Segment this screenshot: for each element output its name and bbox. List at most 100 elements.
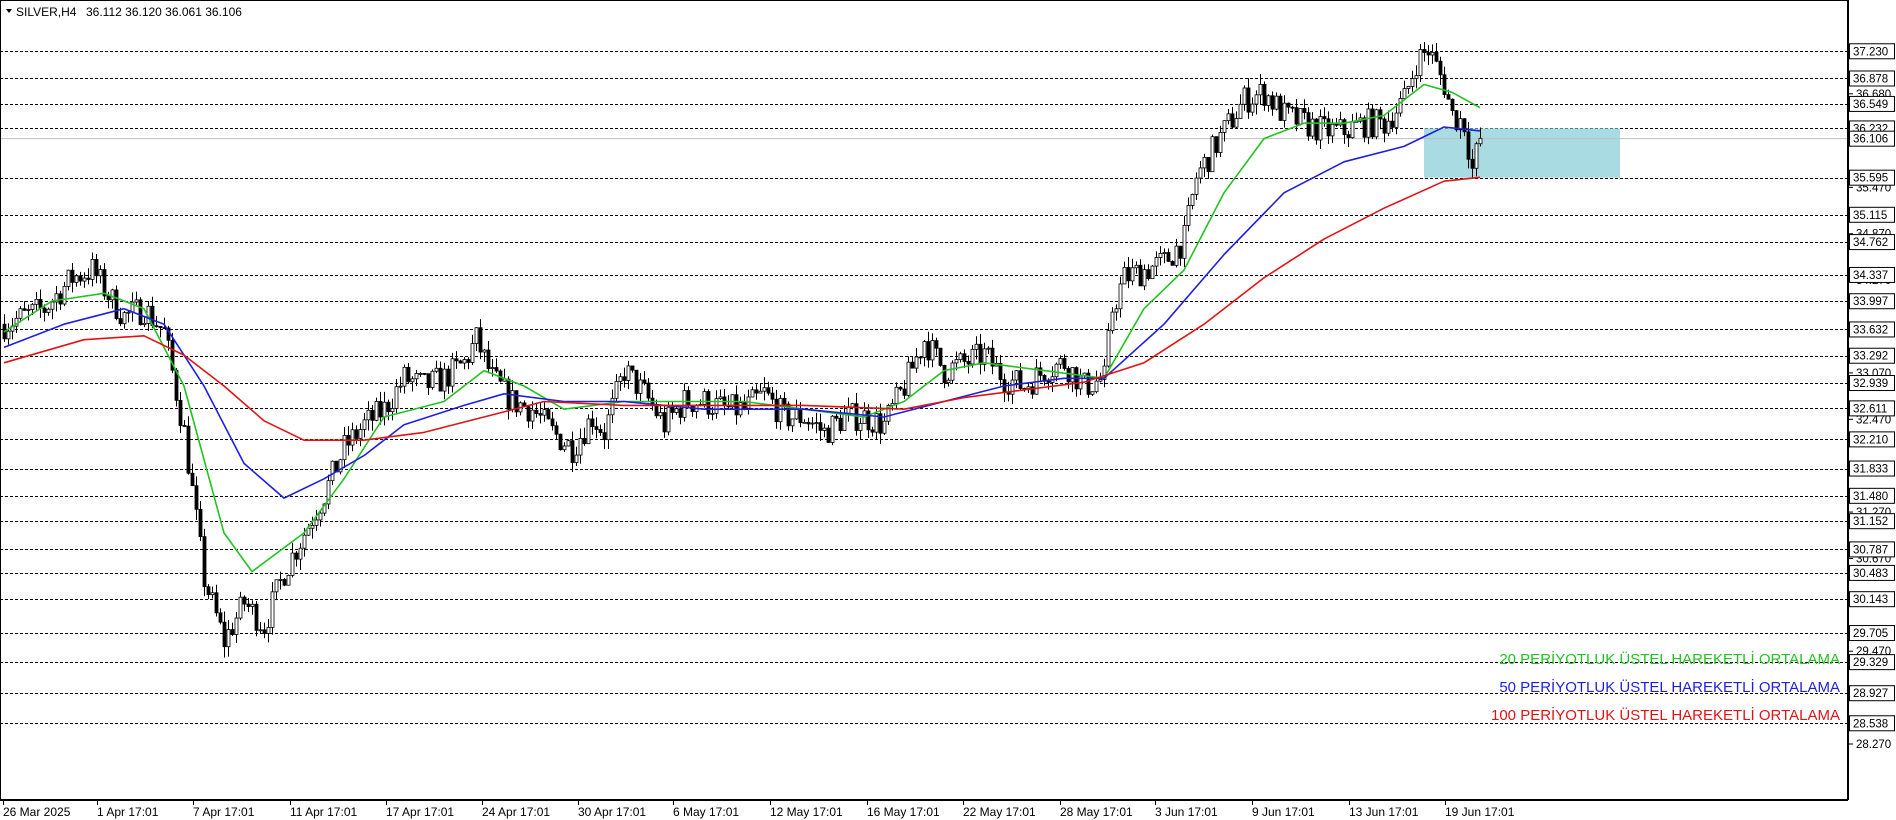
time-tick-label: 16 May 17:01 [867, 805, 940, 819]
level-price-tag: 32.210 [1849, 431, 1895, 448]
time-tick-label: 13 Jun 17:01 [1349, 805, 1419, 819]
time-tick-label: 9 Jun 17:01 [1252, 805, 1315, 819]
time-tick-label: 7 Apr 17:01 [193, 805, 255, 819]
svg-text:33.292: 33.292 [1853, 351, 1888, 363]
level-price-tag: 32.611 [1849, 400, 1895, 417]
candle [138, 297, 143, 326]
svg-text:37.230: 37.230 [1853, 46, 1888, 58]
candle [1150, 265, 1155, 280]
candle [1374, 108, 1379, 140]
ohlc-values: 36.112 36.120 36.061 36.106 [86, 5, 242, 19]
time-axis[interactable]: 26 Mar 2025 1 Apr 17:01 7 Apr 17:01 11 Apr … [0, 800, 1848, 819]
svg-text:33.632: 33.632 [1853, 324, 1888, 336]
support-zone[interactable] [1424, 128, 1620, 178]
time-tick-label: 26 Mar 2025 [3, 805, 71, 819]
candle [1370, 104, 1375, 140]
svg-text:32.210: 32.210 [1853, 434, 1888, 446]
level-price-tag: 30.143 [1849, 591, 1895, 608]
price-tick-label: 28.270 [1856, 739, 1891, 751]
candle [286, 574, 291, 586]
level-price-tag: 34.337 [1849, 266, 1895, 283]
time-tick-label: 24 Apr 17:01 [482, 805, 550, 819]
legend-item: 50 PERİYOTLUK ÜSTEL HAREKETLİ ORTALAMA [1499, 678, 1840, 696]
svg-text:35.115: 35.115 [1853, 210, 1887, 222]
level-price-tag: 29.329 [1849, 654, 1895, 671]
svg-text:29.329: 29.329 [1853, 657, 1888, 669]
svg-text:32.939: 32.939 [1853, 378, 1888, 390]
level-price-tag: 36.549 [1849, 95, 1895, 112]
candle [1086, 369, 1091, 398]
time-tick-label: 12 May 17:01 [770, 805, 843, 819]
time-tick-label: 22 May 17:01 [963, 805, 1036, 819]
level-price-tag: 31.833 [1849, 460, 1895, 477]
price-chart[interactable]: 20 PERİYOTLUK ÜSTEL HAREKETLİ ORTALAMA 50… [0, 0, 1896, 820]
symbol-label: SILVER,H4 [16, 5, 77, 19]
level-price-tag: 29.705 [1849, 625, 1895, 642]
svg-text:35.595: 35.595 [1853, 173, 1888, 185]
legend-item: 100 PERİYOTLUK ÜSTEL HAREKETLİ ORTALAMA [1491, 706, 1840, 724]
svg-text:29.705: 29.705 [1853, 628, 1888, 640]
candle [374, 397, 379, 422]
svg-text:31.152: 31.152 [1853, 516, 1888, 528]
level-price-tag: 34.762 [1849, 234, 1895, 251]
level-price-tag: 33.292 [1849, 347, 1895, 364]
svg-text:36.106: 36.106 [1853, 134, 1888, 146]
time-tick-label: 3 Jun 17:01 [1155, 805, 1218, 819]
level-price-tag: 37.230 [1849, 43, 1895, 60]
candle [558, 433, 563, 451]
level-price-tag: 33.632 [1849, 321, 1895, 338]
svg-text:34.337: 34.337 [1853, 270, 1888, 282]
candle [430, 369, 435, 390]
legend-item: 20 PERİYOTLUK ÜSTEL HAREKETLİ ORTALAMA [1499, 650, 1840, 668]
time-tick-label: 17 Apr 17:01 [386, 805, 454, 819]
time-tick-label: 28 May 17:01 [1060, 805, 1133, 819]
candle [950, 360, 955, 383]
candle [938, 347, 943, 367]
time-tick-label: 1 Apr 17:01 [97, 805, 159, 819]
candle [282, 577, 287, 587]
level-price-tag: 30.483 [1849, 564, 1895, 581]
time-tick-label: 6 May 17:01 [673, 805, 739, 819]
candle [1306, 107, 1311, 141]
level-price-tag: 35.115 [1849, 206, 1895, 223]
candle [1278, 93, 1283, 121]
level-price-tag: 28.538 [1849, 715, 1895, 732]
level-price-tag: 35.595 [1849, 169, 1895, 186]
time-tick-label: 30 Apr 17:01 [578, 805, 646, 819]
current-price-tag: 36.106 [1849, 130, 1895, 147]
candle [1298, 107, 1303, 126]
candle [114, 285, 119, 321]
svg-text:28.927: 28.927 [1853, 688, 1888, 700]
svg-text:33.997: 33.997 [1853, 296, 1888, 308]
legend: 20 PERİYOTLUK ÜSTEL HAREKETLİ ORTALAMA 50… [1491, 650, 1840, 724]
level-price-tag: 30.787 [1849, 541, 1895, 558]
time-tick-label: 11 Apr 17:01 [290, 805, 357, 819]
symbol-header[interactable]: SILVER,H4 36.112 36.120 36.061 36.106 [6, 5, 242, 19]
level-price-tag: 36.878 [1849, 70, 1895, 87]
price-axis[interactable]: 36.68035.47034.87034.27033.07032.47031.2… [1848, 0, 1895, 800]
candle [546, 407, 551, 420]
candle [906, 356, 911, 397]
svg-text:31.480: 31.480 [1853, 491, 1888, 503]
svg-text:36.878: 36.878 [1853, 73, 1888, 85]
candle [706, 389, 711, 419]
level-price-tag: 31.480 [1849, 487, 1895, 504]
svg-text:30.143: 30.143 [1853, 594, 1888, 606]
svg-text:34.762: 34.762 [1853, 237, 1888, 249]
candle [338, 458, 343, 475]
svg-text:36.549: 36.549 [1853, 99, 1888, 111]
candle [830, 415, 835, 446]
candle [566, 439, 571, 447]
svg-text:30.483: 30.483 [1853, 568, 1888, 580]
svg-text:28.538: 28.538 [1853, 718, 1888, 730]
level-price-tag: 33.997 [1849, 293, 1895, 310]
candle [586, 414, 591, 445]
time-tick-label: 19 Jun 17:01 [1445, 805, 1515, 819]
candle [1170, 260, 1175, 266]
svg-text:32.611: 32.611 [1853, 403, 1887, 415]
level-price-tag: 31.152 [1849, 513, 1895, 530]
level-price-tag: 28.927 [1849, 685, 1895, 702]
svg-text:30.787: 30.787 [1853, 544, 1888, 556]
level-price-tag: 32.939 [1849, 375, 1895, 392]
svg-text:31.833: 31.833 [1853, 464, 1888, 476]
